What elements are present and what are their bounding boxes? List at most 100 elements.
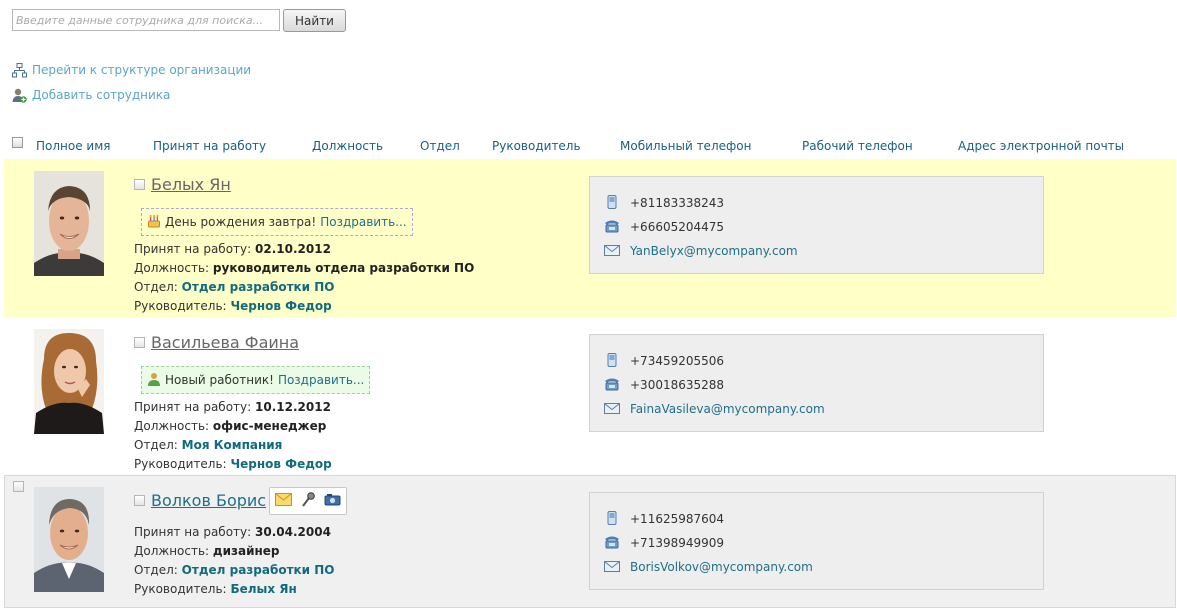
- microphone-icon[interactable]: [301, 492, 315, 510]
- event-text: День рождения завтра!: [165, 215, 317, 229]
- position: Должность: дизайнер: [134, 542, 280, 561]
- event-notice: Новый работник! Поздравить...: [141, 366, 371, 394]
- department-label: Отдел:: [134, 438, 178, 452]
- department-link[interactable]: Моя Компания: [182, 438, 283, 452]
- department: Отдел: Моя Компания: [134, 436, 282, 455]
- event-text: Новый работник!: [165, 373, 274, 387]
- search-button[interactable]: Найти: [283, 9, 346, 32]
- column-header-work-phone[interactable]: Рабочий телефон: [802, 139, 913, 153]
- column-header-mobile-phone[interactable]: Мобильный телефон: [620, 139, 751, 153]
- avatar[interactable]: [34, 487, 104, 592]
- department: Отдел: Отдел разработки ПО: [134, 278, 335, 297]
- position-label: Должность:: [134, 544, 210, 558]
- add-employee-label[interactable]: Добавить сотрудника: [32, 88, 170, 102]
- hire-date-value: 02.10.2012: [255, 242, 331, 256]
- org-structure-icon: [12, 62, 27, 78]
- mobile-phone: +73459205506: [604, 351, 724, 371]
- manager: Руководитель: Белых Ян: [134, 580, 297, 599]
- go-structure-label[interactable]: Перейти к структуре организации: [32, 63, 251, 77]
- birthday-cake-icon: [147, 214, 161, 231]
- quick-actions-toolbar: [269, 487, 347, 515]
- hire-date-label: Принят на работу:: [134, 525, 252, 539]
- mobile-phone: +11625987604: [604, 509, 724, 529]
- work-phone-value: +71398949909: [630, 536, 725, 550]
- row-checkbox[interactable]: [134, 495, 145, 506]
- email-link[interactable]: BorisVolkov@mycompany.com: [630, 560, 813, 574]
- position-value: руководитель отдела разработки ПО: [212, 261, 475, 275]
- manager-label: Руководитель:: [134, 299, 227, 313]
- mail-icon: [604, 401, 620, 418]
- mobile-phone-icon: [604, 352, 620, 370]
- department-label: Отдел:: [134, 280, 178, 294]
- mail-icon: [604, 243, 620, 260]
- hire-date-label: Принят на работу:: [134, 400, 252, 414]
- desk-phone-icon: [604, 535, 620, 552]
- mobile-phone-value: +81183338243: [630, 196, 725, 210]
- hire-date: Принят на работу: 02.10.2012: [134, 240, 331, 259]
- contact-card: +73459205506 +30018635288 FainaVasileva@…: [589, 334, 1044, 432]
- hire-date: Принят на работу: 30.04.2004: [134, 523, 331, 542]
- work-phone-value: +66605204475: [630, 220, 725, 234]
- contact-card: +11625987604 +71398949909 BorisVolkov@my…: [589, 492, 1044, 590]
- go-structure-link[interactable]: Перейти к структуре организации: [12, 61, 251, 79]
- mobile-phone-icon: [604, 510, 620, 528]
- select-all-checkbox[interactable]: [12, 137, 23, 148]
- manager: Руководитель: Чернов Федор: [134, 297, 332, 316]
- email-link[interactable]: YanBelyx@mycompany.com: [630, 244, 798, 258]
- manager: Руководитель: Чернов Федор: [134, 455, 332, 474]
- search-input[interactable]: [12, 9, 280, 31]
- position-value: дизайнер: [212, 544, 280, 558]
- event-notice: День рождения завтра! Поздравить...: [141, 208, 413, 236]
- email-link[interactable]: FainaVasileva@mycompany.com: [630, 402, 825, 416]
- work-phone: +71398949909: [604, 533, 724, 553]
- row-select-checkbox[interactable]: [13, 481, 24, 492]
- position-value: офис-менеджер: [212, 419, 327, 433]
- position-label: Должность:: [134, 419, 210, 433]
- column-header-full-name[interactable]: Полное имя: [36, 139, 111, 153]
- manager-label: Руководитель:: [134, 582, 227, 596]
- manager-link[interactable]: Чернов Федор: [230, 457, 331, 471]
- department-link[interactable]: Отдел разработки ПО: [182, 280, 335, 294]
- manager-link[interactable]: Белых Ян: [230, 582, 296, 596]
- manager-label: Руководитель:: [134, 457, 227, 471]
- add-employee-link[interactable]: Добавить сотрудника: [12, 86, 170, 104]
- avatar[interactable]: [34, 329, 104, 434]
- work-phone-value: +30018635288: [630, 378, 725, 392]
- desk-phone-icon: [604, 377, 620, 394]
- hire-date-value: 30.04.2004: [255, 525, 331, 539]
- employee-name-link[interactable]: Васильева Фаина: [151, 333, 299, 352]
- work-phone: +66605204475: [604, 217, 724, 237]
- row-checkbox[interactable]: [134, 337, 145, 348]
- mobile-phone-value: +73459205506: [630, 354, 725, 368]
- work-phone: +30018635288: [604, 375, 724, 395]
- video-call-icon[interactable]: [324, 493, 341, 510]
- hire-date: Принят на работу: 10.12.2012: [134, 398, 331, 417]
- position: Должность: офис-менеджер: [134, 417, 326, 436]
- column-header-hired[interactable]: Принят на работу: [153, 139, 266, 153]
- add-user-icon: [12, 88, 27, 103]
- column-header-position[interactable]: Должность: [312, 139, 383, 153]
- column-header-email[interactable]: Адрес электронной почты: [958, 139, 1124, 153]
- department-link[interactable]: Отдел разработки ПО: [182, 563, 335, 577]
- desk-phone-icon: [604, 219, 620, 236]
- congratulate-link[interactable]: Поздравить...: [320, 215, 406, 229]
- mobile-phone: +81183338243: [604, 193, 724, 213]
- manager-link[interactable]: Чернов Федор: [230, 299, 331, 313]
- department: Отдел: Отдел разработки ПО: [134, 561, 335, 580]
- mail-icon: [604, 559, 620, 576]
- new-user-icon: [147, 372, 161, 389]
- email: YanBelyx@mycompany.com: [604, 241, 798, 261]
- position: Должность: руководитель отдела разработк…: [134, 259, 474, 278]
- send-message-icon[interactable]: [274, 493, 292, 509]
- email: BorisVolkov@mycompany.com: [604, 557, 813, 577]
- mobile-phone-value: +11625987604: [630, 512, 725, 526]
- employee-name-link[interactable]: Волков Борис: [151, 491, 266, 510]
- congratulate-link[interactable]: Поздравить...: [278, 373, 364, 387]
- hire-date-label: Принят на работу:: [134, 242, 252, 256]
- avatar[interactable]: [34, 171, 104, 276]
- employee-name-link[interactable]: Белых Ян: [151, 175, 231, 194]
- column-header-manager[interactable]: Руководитель: [492, 139, 581, 153]
- row-checkbox[interactable]: [134, 179, 145, 190]
- hire-date-value: 10.12.2012: [255, 400, 331, 414]
- column-header-department[interactable]: Отдел: [420, 139, 460, 153]
